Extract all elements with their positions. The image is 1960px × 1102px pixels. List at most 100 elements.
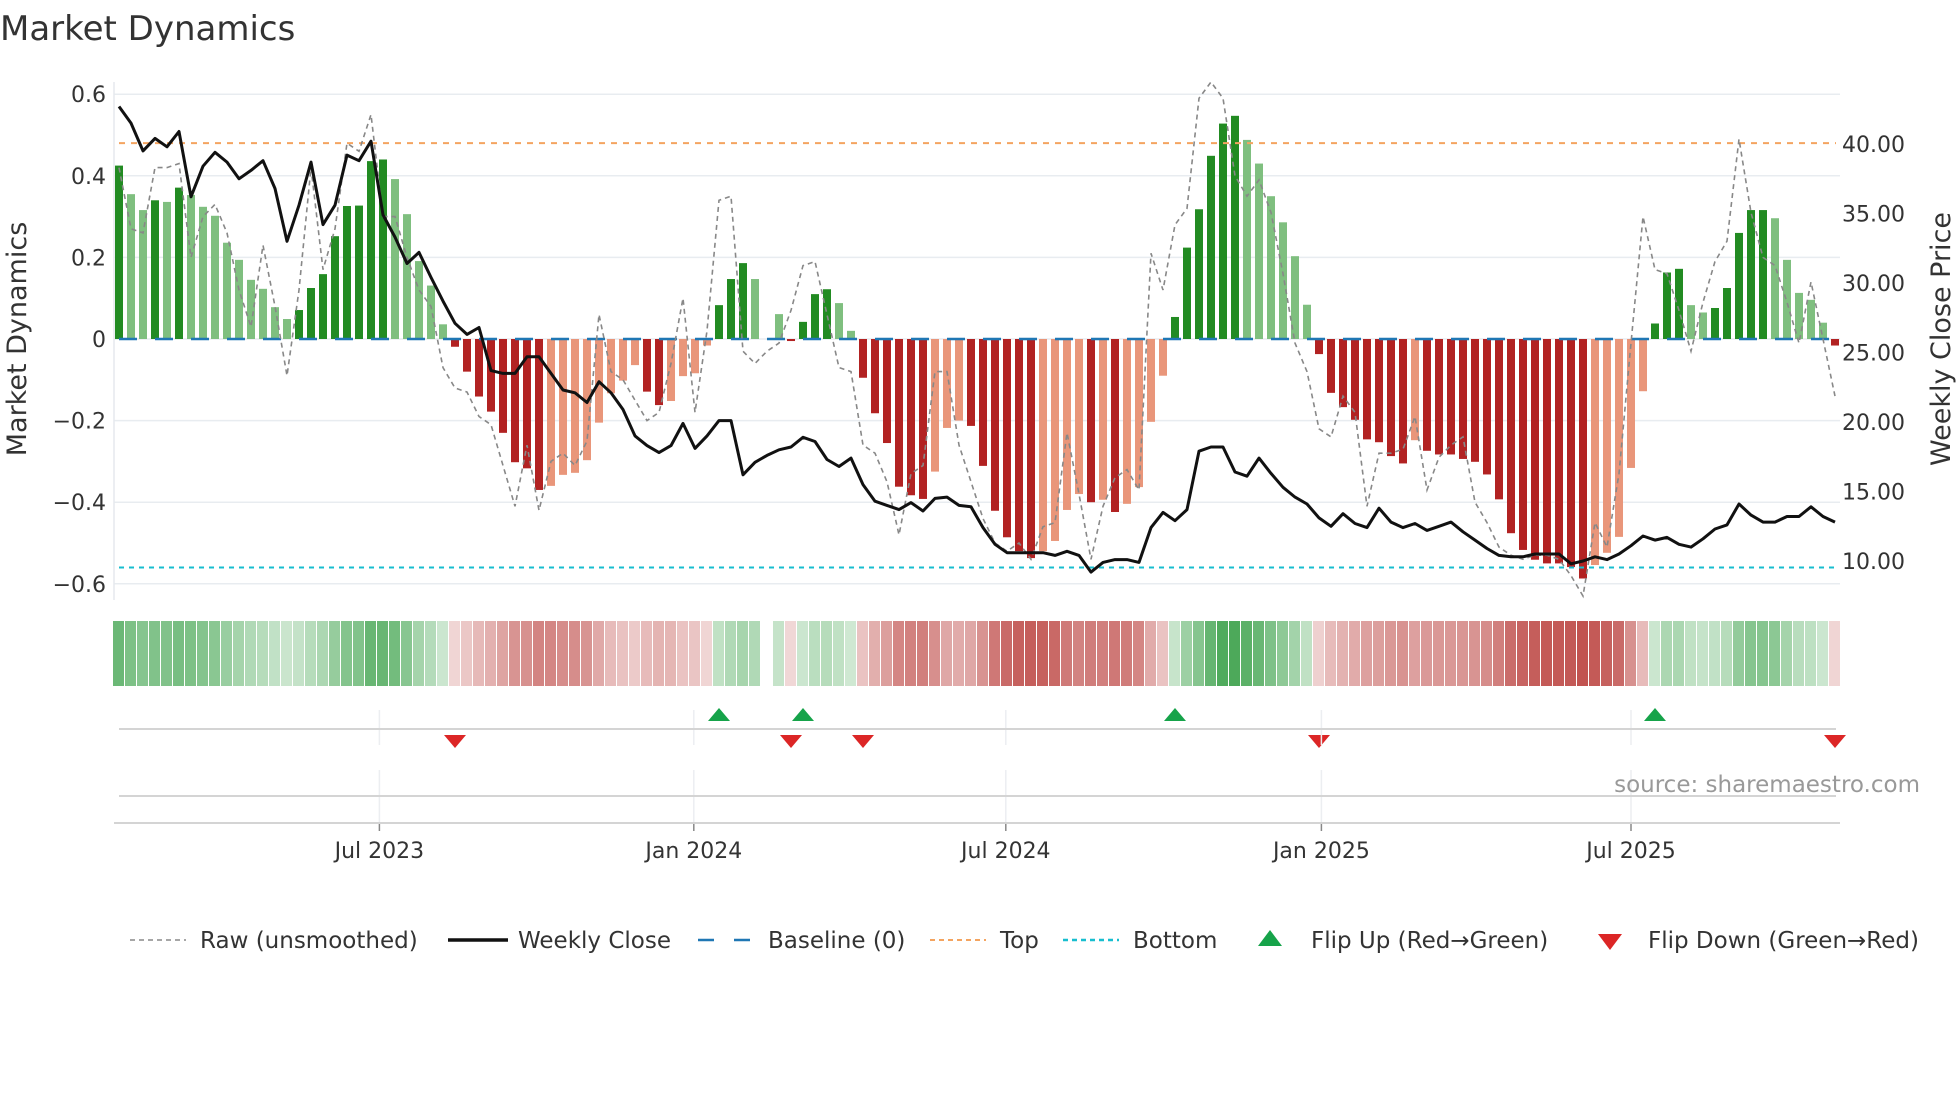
strip-cell — [1073, 621, 1084, 686]
strip-cell — [341, 621, 352, 686]
dynamics-bar — [859, 339, 867, 378]
strip-cell — [353, 621, 364, 686]
strip-cell — [329, 621, 340, 686]
dynamics-bar — [931, 339, 939, 472]
legend: Raw (unsmoothed) Weekly Close Baseline (0)… — [130, 928, 1919, 954]
strip-cell — [1337, 621, 1348, 686]
strip-cell — [1481, 621, 1492, 686]
strip-cell — [857, 621, 868, 686]
dynamics-bar — [547, 339, 555, 486]
legend-label-top: Top — [999, 928, 1039, 954]
strip-cell — [233, 621, 244, 686]
strip-cell — [833, 621, 844, 686]
dynamics-bar — [1831, 339, 1839, 346]
strip-cell — [1013, 621, 1024, 686]
dynamics-bar — [1015, 339, 1023, 552]
strip-cell — [893, 621, 904, 686]
dynamics-bar — [463, 339, 471, 372]
strip-cell — [1793, 621, 1804, 686]
dynamics-bar — [1051, 339, 1059, 541]
strip-cell — [293, 621, 304, 686]
dynamics-bar — [283, 319, 291, 339]
strip-cell — [1313, 621, 1324, 686]
dynamics-bar — [679, 339, 687, 377]
dynamics-bar — [343, 205, 351, 339]
dynamics-bar — [1627, 339, 1635, 468]
dynamics-bar — [1675, 268, 1683, 339]
strip-cell — [881, 621, 892, 686]
dynamics-bar — [139, 210, 147, 339]
dynamics-bar — [1423, 339, 1431, 451]
dynamics-bar — [1519, 339, 1527, 550]
dynamics-bar — [331, 236, 339, 339]
strip-cell — [1421, 621, 1432, 686]
strip-cell — [1361, 621, 1372, 686]
strip-cell — [1373, 621, 1384, 686]
dynamics-bar — [1111, 339, 1119, 512]
strip-cell — [1721, 621, 1732, 686]
strip-cell — [1265, 621, 1276, 686]
strip-cell — [1409, 621, 1420, 686]
strip-cell — [1709, 621, 1720, 686]
y2-tick-label: 25.00 — [1842, 342, 1905, 367]
strip-cell — [1469, 621, 1480, 686]
strip-cell — [1025, 621, 1036, 686]
strip-cell — [449, 621, 460, 686]
y-axis-label: Market Dynamics — [2, 222, 33, 457]
y2-tick-label: 15.00 — [1842, 481, 1905, 506]
strip-cell — [641, 621, 652, 686]
y2-tick-label: 40.00 — [1842, 133, 1905, 158]
strip-cell — [497, 621, 508, 686]
dynamics-bar — [415, 261, 423, 339]
y2-tick-label: 10.00 — [1842, 550, 1905, 575]
strip-cell — [1169, 621, 1180, 686]
strip-cell — [533, 621, 544, 686]
dynamics-bar — [1459, 339, 1467, 459]
strip-cell — [185, 621, 196, 686]
strip-cell — [1037, 621, 1048, 686]
strip-cell — [1157, 621, 1168, 686]
strip-cell — [977, 621, 988, 686]
strip-cell — [1061, 621, 1072, 686]
dynamics-bar — [1219, 123, 1227, 340]
x-tick-label: Jul 2025 — [1584, 839, 1676, 864]
dynamics-bar — [1591, 339, 1599, 566]
dynamics-bar — [1399, 339, 1407, 464]
strip-cell — [1541, 621, 1552, 686]
strip-cell — [989, 621, 1000, 686]
y-tick-label: 0.6 — [71, 83, 106, 108]
strip-cell — [845, 621, 856, 686]
strip-cell — [557, 621, 568, 686]
strip-cell — [1241, 621, 1252, 686]
strip-cell — [113, 621, 124, 686]
strip-cell — [1133, 621, 1144, 686]
strip-cell — [305, 621, 316, 686]
dynamics-bar — [1087, 339, 1095, 503]
strip-cell — [1553, 621, 1564, 686]
strip-cell — [1565, 621, 1576, 686]
dynamics-bar — [235, 259, 243, 339]
strip-cell — [785, 621, 796, 686]
dynamics-bar — [1747, 210, 1755, 339]
y-tick-label: −0.6 — [53, 573, 106, 598]
dynamics-bar — [571, 339, 579, 473]
dynamics-bar — [403, 214, 411, 339]
dynamics-bar — [1063, 339, 1071, 510]
dynamics-bar — [1159, 339, 1167, 376]
dynamics-bar — [115, 165, 123, 339]
dynamics-bar — [883, 339, 891, 444]
strip-cell — [569, 621, 580, 686]
strip-cell — [665, 621, 676, 686]
strip-cell — [737, 621, 748, 686]
strip-cell — [1001, 621, 1012, 686]
dynamics-bar — [1363, 339, 1371, 440]
dynamics-bar — [1411, 339, 1419, 441]
x-tick-label: Jul 2024 — [959, 839, 1051, 864]
dynamics-bar — [247, 279, 255, 339]
dynamics-bar — [919, 339, 927, 499]
dynamics-bar — [811, 294, 819, 339]
dynamics-bar — [427, 285, 435, 339]
strip-cell — [1181, 621, 1192, 686]
strip-cell — [1589, 621, 1600, 686]
dynamics-bar — [499, 339, 507, 433]
